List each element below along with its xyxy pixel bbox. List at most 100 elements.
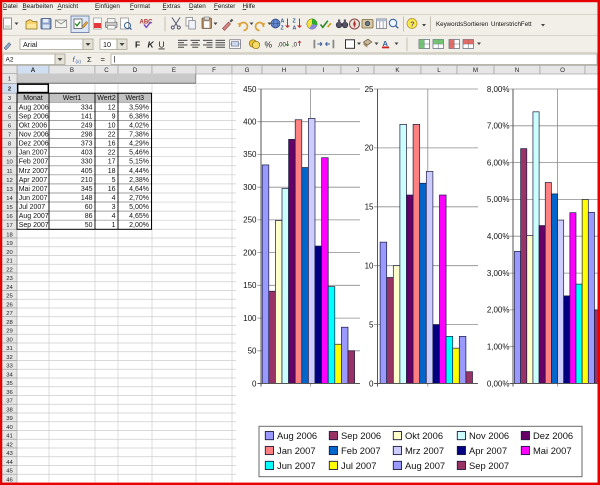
svg-text:Sep 2007: Sep 2007: [19, 222, 49, 229]
svg-text:1: 1: [112, 222, 116, 229]
svg-text:Mrz 2007: Mrz 2007: [19, 168, 48, 175]
svg-text:43: 43: [6, 451, 13, 457]
svg-text:,0: ,0: [292, 43, 298, 49]
svg-text:Mrz 2007: Mrz 2007: [405, 445, 444, 456]
svg-text:4,02%: 4,02%: [129, 122, 149, 129]
svg-text:F: F: [212, 67, 216, 74]
svg-text:E: E: [172, 67, 176, 74]
svg-text:13: 13: [6, 187, 13, 193]
svg-text:Mai 2007: Mai 2007: [533, 445, 572, 456]
svg-text:Apr 2007: Apr 2007: [469, 445, 507, 456]
svg-text:9: 9: [8, 151, 11, 157]
svg-text:22: 22: [108, 132, 116, 139]
svg-text:26: 26: [6, 302, 13, 308]
svg-text:41: 41: [6, 434, 13, 440]
svg-text:Jun 2007: Jun 2007: [19, 195, 48, 202]
svg-text:?: ?: [410, 21, 414, 28]
svg-text:6,00%: 6,00%: [487, 158, 510, 167]
svg-text:Apr 2007: Apr 2007: [19, 177, 48, 184]
svg-text:18: 18: [6, 232, 13, 238]
svg-text:16: 16: [6, 214, 13, 220]
svg-text:330: 330: [81, 159, 93, 166]
svg-text:50: 50: [85, 222, 93, 229]
svg-text:I: I: [323, 67, 325, 74]
svg-text:86: 86: [85, 213, 93, 220]
svg-text:2,00%: 2,00%: [129, 222, 149, 229]
svg-text:Datei: Datei: [3, 3, 18, 10]
svg-text:23: 23: [6, 276, 13, 282]
svg-text:19: 19: [6, 241, 13, 247]
svg-text:148: 148: [81, 195, 93, 202]
svg-text:Wert2: Wert2: [97, 95, 116, 102]
svg-text:Wert3: Wert3: [126, 95, 145, 102]
svg-text:Dez 2006: Dez 2006: [19, 141, 49, 148]
svg-text:C: C: [104, 67, 109, 74]
svg-text:141: 141: [81, 113, 93, 120]
svg-text:10: 10: [6, 160, 13, 166]
svg-text:Wert1: Wert1: [63, 95, 82, 102]
svg-text:20: 20: [6, 250, 13, 256]
svg-text:7,38%: 7,38%: [129, 132, 149, 139]
svg-text:30: 30: [6, 337, 13, 343]
svg-text:A: A: [383, 39, 389, 48]
svg-text:38: 38: [6, 407, 13, 413]
svg-text:Arial: Arial: [23, 40, 38, 49]
svg-text:5,00%: 5,00%: [487, 195, 510, 204]
svg-text:Format: Format: [130, 3, 150, 10]
svg-text:0: 0: [369, 379, 374, 388]
svg-text:KeywordsSortieren: KeywordsSortieren: [436, 21, 489, 28]
svg-text:Jan 2007: Jan 2007: [277, 445, 316, 456]
svg-text:F: F: [135, 40, 140, 50]
svg-text:46: 46: [6, 477, 13, 483]
svg-text:25: 25: [365, 85, 374, 94]
svg-text:4: 4: [112, 213, 116, 220]
svg-text:H: H: [282, 67, 286, 74]
svg-text:Dez 2006: Dez 2006: [533, 430, 573, 441]
svg-text:32: 32: [6, 355, 13, 361]
svg-text:Daten: Daten: [189, 3, 206, 10]
svg-text:42: 42: [6, 442, 13, 448]
svg-text:UnterstrichFett: UnterstrichFett: [491, 21, 532, 28]
svg-text:,00: ,00: [278, 43, 287, 49]
svg-text:(x): (x): [76, 59, 82, 64]
svg-text:4,64%: 4,64%: [129, 186, 149, 193]
svg-text:373: 373: [81, 141, 93, 148]
svg-text:12: 12: [6, 178, 13, 184]
svg-text:2,38%: 2,38%: [129, 177, 149, 184]
svg-text:210: 210: [81, 177, 93, 184]
svg-text:Bearbeiten: Bearbeiten: [23, 3, 54, 10]
svg-text:12: 12: [108, 104, 116, 111]
svg-text:U: U: [159, 40, 165, 50]
svg-text:5,46%: 5,46%: [129, 150, 149, 157]
svg-text:Aug 2007: Aug 2007: [19, 213, 49, 220]
svg-text:20: 20: [365, 144, 374, 153]
svg-text:2,00%: 2,00%: [487, 306, 510, 315]
svg-text:Feb 2007: Feb 2007: [341, 445, 381, 456]
svg-text:Sep 2007: Sep 2007: [469, 460, 509, 471]
svg-text:Einfügen: Einfügen: [95, 3, 120, 10]
svg-text:35: 35: [6, 381, 13, 387]
svg-text:Okt 2006: Okt 2006: [405, 430, 443, 441]
svg-text:=: =: [101, 55, 106, 64]
svg-text:18: 18: [108, 168, 116, 175]
svg-text:250: 250: [243, 216, 257, 225]
svg-text:Mai 2007: Mai 2007: [19, 186, 48, 193]
svg-text:Jul 2007: Jul 2007: [341, 460, 376, 471]
svg-text:249: 249: [81, 122, 93, 129]
svg-text:10: 10: [365, 262, 374, 271]
svg-text:10: 10: [108, 122, 116, 129]
svg-text:5,00%: 5,00%: [129, 204, 149, 211]
svg-text:36: 36: [6, 390, 13, 396]
svg-text:9: 9: [112, 113, 116, 120]
svg-text:4,29%: 4,29%: [129, 141, 149, 148]
svg-text:345: 345: [81, 186, 93, 193]
svg-text:200: 200: [243, 248, 257, 257]
svg-text:5,15%: 5,15%: [129, 159, 149, 166]
svg-text:21: 21: [6, 259, 13, 265]
svg-text:%: %: [265, 40, 273, 50]
svg-text:298: 298: [81, 132, 93, 139]
svg-text:1: 1: [8, 77, 11, 83]
svg-text:Ansicht: Ansicht: [58, 3, 79, 10]
svg-text:405: 405: [81, 168, 93, 175]
svg-text:Σ: Σ: [87, 55, 92, 64]
